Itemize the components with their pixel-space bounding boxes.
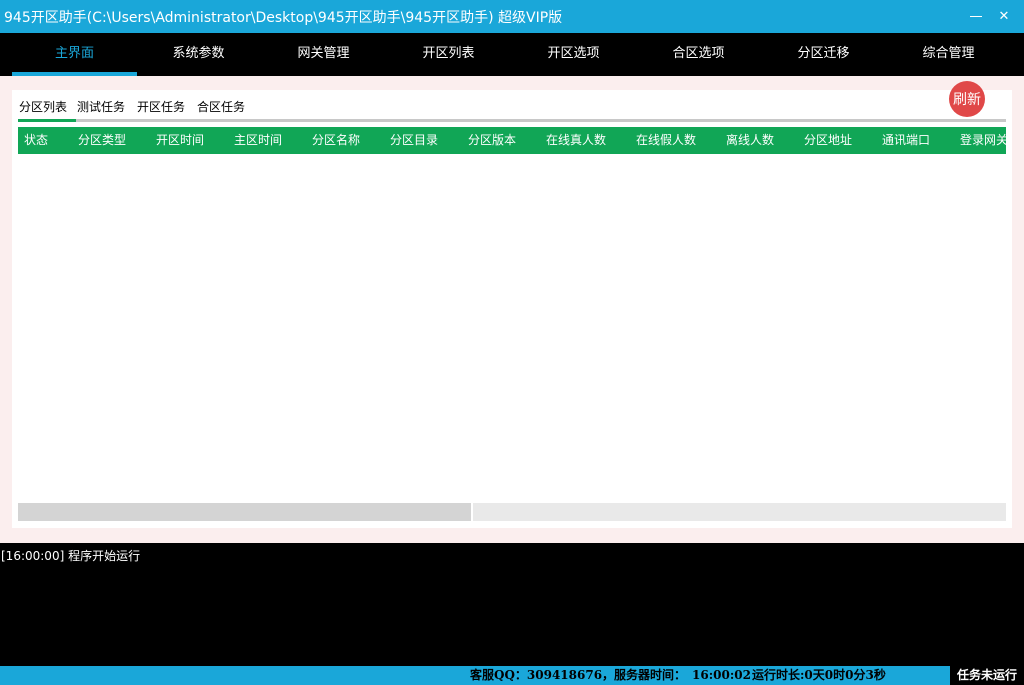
column-header-directory[interactable]: 分区目录 xyxy=(390,127,438,154)
column-header-status[interactable]: 状态 xyxy=(24,127,48,154)
nav-tab-general-mgmt[interactable]: 综合管理 xyxy=(886,33,1011,76)
nav-tab-migration[interactable]: 分区迁移 xyxy=(761,33,886,76)
subtab-test-tasks[interactable]: 测试任务 xyxy=(77,98,125,118)
column-header-main-time[interactable]: 主区时间 xyxy=(234,127,282,154)
status-bar: 客服QQ：309418676，服务器时间： 16:00:02 运行时长:0天0时… xyxy=(0,666,1024,685)
subtab-active-indicator xyxy=(18,119,76,122)
table-horizontal-scrollbar[interactable] xyxy=(18,503,1006,521)
runtime-duration: 运行时长:0天0时0分3秒 xyxy=(752,668,886,682)
nav-tab-system-params[interactable]: 系统参数 xyxy=(136,33,261,76)
server-table-header: 状态 分区类型 开区时间 主区时间 分区名称 分区目录 分区版本 在线真人数 在… xyxy=(18,127,1006,154)
column-header-version[interactable]: 分区版本 xyxy=(468,127,516,154)
column-header-offline[interactable]: 离线人数 xyxy=(726,127,774,154)
task-status-badge: 任务未运行 xyxy=(950,666,1024,685)
minimize-icon xyxy=(970,16,982,17)
scrollbar-thumb[interactable] xyxy=(18,503,473,521)
column-header-name[interactable]: 分区名称 xyxy=(312,127,360,154)
column-header-online-real[interactable]: 在线真人数 xyxy=(546,127,606,154)
log-panel: [16:00:00] 程序开始运行 xyxy=(0,543,1024,666)
nav-tab-open-options[interactable]: 开区选项 xyxy=(511,33,636,76)
service-qq-label: 客服QQ：309418676，服务器时间： xyxy=(470,668,687,682)
log-line: [16:00:00] 程序开始运行 xyxy=(1,549,141,563)
nav-tab-gateway[interactable]: 网关管理 xyxy=(261,33,386,76)
refresh-button[interactable]: 刷新 xyxy=(949,81,985,117)
nav-tab-merge-options[interactable]: 合区选项 xyxy=(636,33,761,76)
server-time: 16:00:02 xyxy=(692,668,751,682)
title-bar: 945开区助手(C:\Users\Administrator\Desktop\9… xyxy=(0,0,1024,33)
subtab-merge-tasks[interactable]: 合区任务 xyxy=(197,98,245,118)
subtab-divider xyxy=(18,119,1006,122)
column-header-login-gateway[interactable]: 登录网关 xyxy=(960,127,1006,154)
column-header-open-time[interactable]: 开区时间 xyxy=(156,127,204,154)
content-panel xyxy=(12,90,1012,528)
minimize-button[interactable] xyxy=(961,0,991,33)
nav-tab-main[interactable]: 主界面 xyxy=(12,33,137,76)
column-header-port[interactable]: 通讯端口 xyxy=(882,127,930,154)
column-header-online-fake[interactable]: 在线假人数 xyxy=(636,127,696,154)
column-header-address[interactable]: 分区地址 xyxy=(804,127,852,154)
nav-tab-server-list[interactable]: 开区列表 xyxy=(386,33,511,76)
close-icon: ✕ xyxy=(998,9,1010,24)
column-header-type[interactable]: 分区类型 xyxy=(78,127,126,154)
close-button[interactable]: ✕ xyxy=(989,0,1019,33)
window-title: 945开区助手(C:\Users\Administrator\Desktop\9… xyxy=(4,9,563,26)
main-nav: 主界面 系统参数 网关管理 开区列表 开区选项 合区选项 分区迁移 综合管理 xyxy=(0,33,1024,76)
subtab-server-list[interactable]: 分区列表 xyxy=(19,98,67,118)
subtab-open-tasks[interactable]: 开区任务 xyxy=(137,98,185,118)
